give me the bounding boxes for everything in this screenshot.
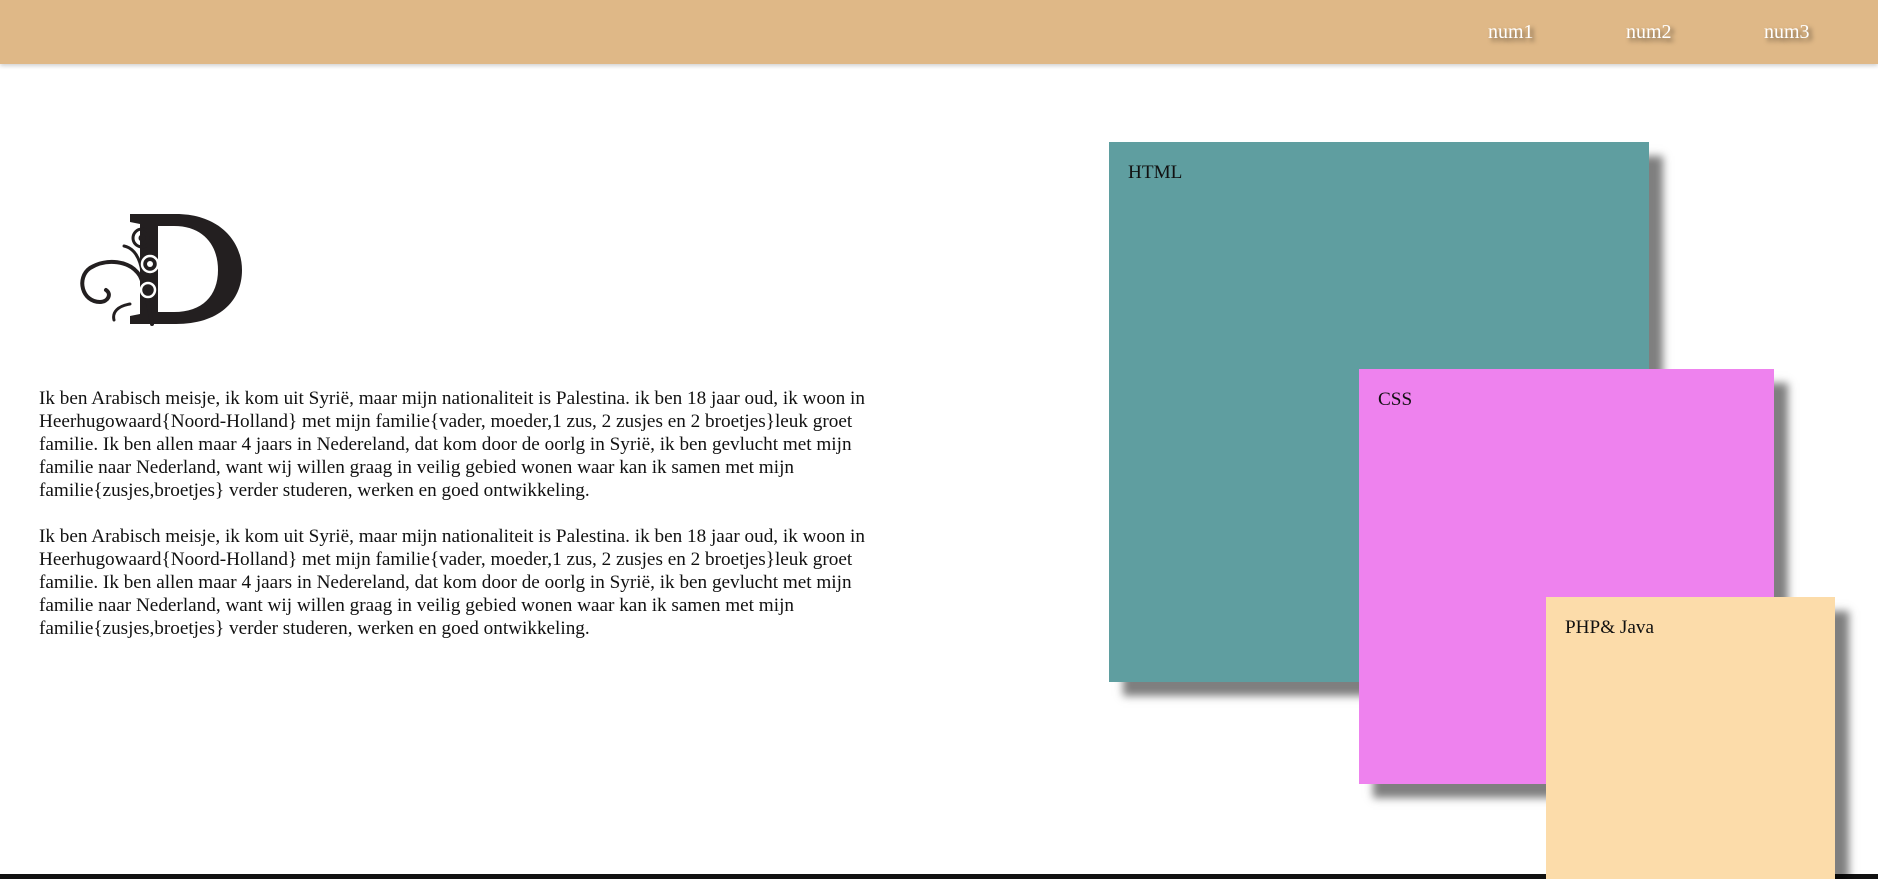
skill-box-label: CSS (1378, 389, 1413, 410)
intro-paragraph-1: Ik ben Arabisch meisje, ik kom uit Syrië… (39, 388, 865, 501)
nav-link-num1[interactable]: num1 (1488, 20, 1534, 44)
nav-link-num3[interactable]: num3 (1764, 20, 1810, 44)
skill-box-label: PHP& Java (1565, 617, 1655, 638)
ornamental-letter-d-logo (78, 206, 248, 330)
intro-text: Ik ben Arabisch meisje, ik kom uit Syrië… (39, 387, 889, 663)
nav-link-num2[interactable]: num2 (1626, 20, 1672, 44)
skill-box-label: HTML (1128, 162, 1183, 183)
top-navbar: num1 num2 num3 (0, 0, 1878, 64)
skill-box-php-java: PHP& Java (1546, 597, 1835, 879)
intro-paragraph-2: Ik ben Arabisch meisje, ik kom uit Syrië… (39, 526, 865, 639)
